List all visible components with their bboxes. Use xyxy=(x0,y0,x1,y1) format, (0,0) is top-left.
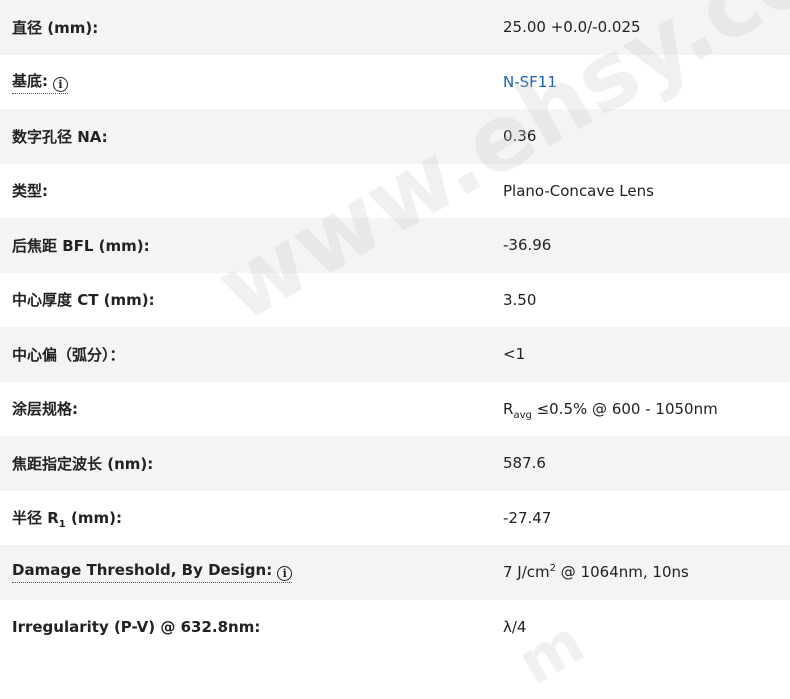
spec-label: 直径 (mm): xyxy=(12,18,99,37)
spec-value: 3.50 xyxy=(503,290,537,309)
spec-label: 焦距指定波长 (nm): xyxy=(12,454,154,473)
spec-row-centering: 中心偏（弧分）： <1 xyxy=(0,327,790,382)
spec-label-damage-threshold[interactable]: Damage Threshold, By Design: i xyxy=(12,561,293,584)
spec-row-radius: 半径 R1 (mm): -27.47 xyxy=(0,490,790,545)
spec-row-coating: 涂层规格: Ravg ≤0.5% @ 600 - 1050nm xyxy=(0,381,790,436)
spec-value: <1 xyxy=(503,345,526,364)
spec-row-type: 类型: Plano-Concave Lens xyxy=(0,163,790,218)
spec-label: 半径 R1 (mm): xyxy=(12,507,122,531)
spec-row-design-wavelength: 焦距指定波长 (nm): 587.6 xyxy=(0,436,790,491)
spec-label: 后焦距 BFL (mm): xyxy=(12,236,150,255)
spec-value: 587.6 xyxy=(503,454,546,473)
spec-label-text: Damage Threshold, By Design: xyxy=(12,561,273,580)
label-suffix: (mm): xyxy=(65,509,122,528)
spec-value: Plano-Concave Lens xyxy=(503,181,654,200)
spec-row-bfl: 后焦距 BFL (mm): -36.96 xyxy=(0,218,790,273)
label-prefix: 半径 R xyxy=(12,509,59,528)
value-prefix: R xyxy=(503,399,514,418)
spec-table: 直径 (mm): 25.00 +0.0/-0.025 基底: i N-SF11 数… xyxy=(0,0,790,654)
spec-value: 0.36 xyxy=(503,127,537,146)
spec-value: λ/4 xyxy=(503,617,527,636)
spec-label: 中心偏（弧分）： xyxy=(12,345,125,364)
value-suffix: @ 1064nm, 10ns xyxy=(556,563,689,582)
value-suffix: ≤0.5% @ 600 - 1050nm xyxy=(531,399,718,418)
spec-label: Irregularity (P-V) @ 632.8nm: xyxy=(12,617,261,636)
spec-value: 25.00 +0.0/-0.025 xyxy=(503,18,641,37)
spec-label-text: 基底: xyxy=(12,71,48,90)
spec-value: -36.96 xyxy=(503,236,552,255)
spec-label-substrate[interactable]: 基底: i xyxy=(12,70,68,94)
spec-label: 中心厚度 CT (mm): xyxy=(12,291,155,310)
spec-row-numerical-aperture: 数字孔径 NA: 0.36 xyxy=(0,109,790,164)
info-icon[interactable]: i xyxy=(277,566,293,582)
spec-row-irregularity: Irregularity (P-V) @ 632.8nm: λ/4 xyxy=(0,599,790,654)
spec-value: -27.47 xyxy=(503,508,552,527)
spec-value: Ravg ≤0.5% @ 600 - 1050nm xyxy=(503,399,718,421)
substrate-link[interactable]: N-SF11 xyxy=(503,73,557,91)
spec-label: 数字孔径 NA: xyxy=(12,127,108,146)
spec-label: 类型: xyxy=(12,182,48,201)
value-prefix: 7 J/cm xyxy=(503,563,550,582)
spec-row-center-thickness: 中心厚度 CT (mm): 3.50 xyxy=(0,272,790,327)
value-subscript: avg xyxy=(513,409,532,421)
label-subscript: 1 xyxy=(58,519,66,531)
spec-value: 7 J/cm2 @ 1064nm, 10ns xyxy=(503,563,689,581)
info-icon[interactable]: i xyxy=(53,76,68,92)
spec-row-diameter: 直径 (mm): 25.00 +0.0/-0.025 xyxy=(0,0,790,55)
spec-row-substrate: 基底: i N-SF11 xyxy=(0,54,790,109)
spec-label: 涂层规格: xyxy=(12,400,78,419)
spec-row-damage-threshold: Damage Threshold, By Design: i 7 J/cm2 @ … xyxy=(0,545,790,600)
